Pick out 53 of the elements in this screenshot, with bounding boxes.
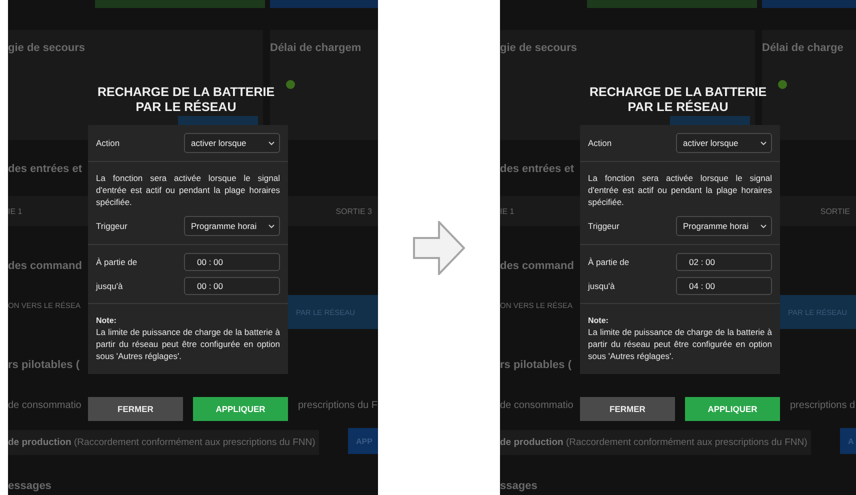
action-select[interactable]: activer lorsque xyxy=(676,133,772,153)
background-text: de production (Raccordement conformément aux prescriptions du FNN) xyxy=(8,430,320,455)
close-button[interactable]: FERMER xyxy=(88,397,183,421)
note-text: La limite de puissance de charge de la batterie à partir du réseau peut être configurée en option sous 'Autres réglages'. xyxy=(96,326,280,362)
background-text: IE 1 xyxy=(8,207,22,216)
note-text: La limite de puissance de charge de la batterie à partir du réseau peut être configurée en option sous 'Autres réglages'. xyxy=(588,326,772,362)
description-text: La fonction sera activée lorsque le signal d'entrée est actif ou pendant la plage horaires spécifiée. xyxy=(96,172,280,208)
field-label: À partie de xyxy=(96,257,138,267)
background-text: SORTIE 3 xyxy=(336,207,372,216)
time-input-field[interactable]: 00 : 00 xyxy=(184,277,280,295)
field-label: jusqu'à xyxy=(588,281,615,291)
right-arrow-icon xyxy=(413,220,465,274)
close-button[interactable]: FERMER xyxy=(580,397,675,421)
background-text: prescriptions du F xyxy=(298,400,378,411)
background-text: de consommatio xyxy=(500,400,574,411)
background-text: rs pilotables ( xyxy=(8,359,80,371)
background-text: ssages xyxy=(500,480,538,492)
background-text: SORTIE xyxy=(820,207,850,216)
background-text: Délai de chargem xyxy=(270,42,362,54)
background-text: de consommatio xyxy=(8,400,82,411)
caret-icon xyxy=(268,140,275,146)
background-text: de production (Raccordement conformément aux prescriptions du FNN) xyxy=(500,430,812,455)
trigger-select[interactable]: Programme horai xyxy=(184,216,280,236)
description-text: La fonction sera activée lorsque le signal d'entrée est actif ou pendant la plage horaires spécifiée. xyxy=(588,172,772,208)
time-input-field[interactable]: 04 : 00 xyxy=(676,277,772,295)
background-text: essages xyxy=(8,480,52,492)
field-label: Triggeur xyxy=(96,221,128,231)
field-label: Triggeur xyxy=(588,221,620,231)
note-title: Note: xyxy=(588,316,610,325)
caret-icon xyxy=(760,140,767,146)
background-text: gie de secours xyxy=(8,42,86,54)
caret-icon xyxy=(760,224,767,228)
background-text: Délai de charge xyxy=(762,42,844,54)
dialog-title: RECHARGE DE LA BATTERIE PAR LE RÉSEAU xyxy=(588,85,768,115)
action-select[interactable]: activer lorsque xyxy=(184,133,280,153)
field-label: Action xyxy=(588,138,612,148)
field-label: À partie de xyxy=(588,257,630,267)
field-label: Action xyxy=(96,138,120,148)
background-text: prescriptions d xyxy=(790,400,856,411)
background-text: IE 1 xyxy=(500,207,514,216)
trigger-select[interactable]: Programme horai xyxy=(676,216,772,236)
background-text: des entrées et xyxy=(8,163,82,175)
background-text: des command xyxy=(8,260,82,272)
background-text: gie de secours xyxy=(500,42,578,54)
time-input-field[interactable]: 02 : 00 xyxy=(676,253,772,271)
dialog-title: RECHARGE DE LA BATTERIE PAR LE RÉSEAU xyxy=(96,85,276,115)
time-input-field[interactable]: 00 : 00 xyxy=(184,253,280,271)
caret-icon xyxy=(268,224,275,228)
note-title: Note: xyxy=(96,316,118,325)
background-text: des entrées et xyxy=(500,163,574,175)
background-text: des command xyxy=(500,260,574,272)
field-label: jusqu'à xyxy=(96,281,123,291)
background-text: rs pilotables ( xyxy=(500,359,572,371)
